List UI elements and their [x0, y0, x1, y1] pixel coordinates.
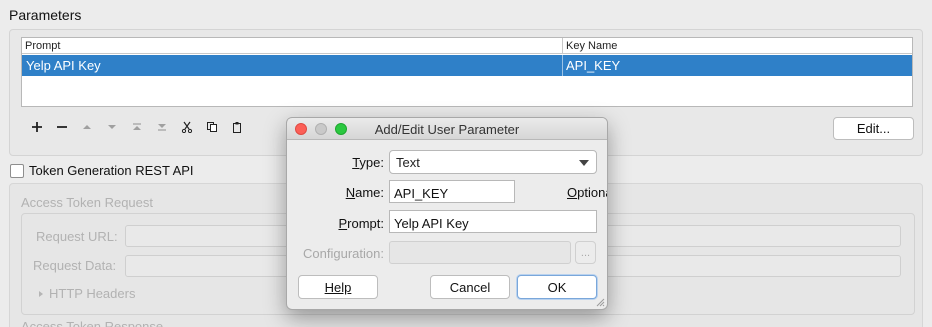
copy-icon[interactable]	[204, 119, 220, 135]
column-header-key-name[interactable]: Key Name	[566, 40, 617, 52]
move-up-icon[interactable]	[79, 119, 95, 135]
parameters-title: Parameters	[9, 7, 82, 23]
edit-button[interactable]: Edit...	[833, 117, 914, 140]
table-header: Prompt Key Name	[22, 38, 912, 54]
access-token-response-heading: Access Token Response	[21, 319, 164, 327]
type-value: Text	[396, 155, 420, 170]
add-edit-user-parameter-dialog: Add/Edit User Parameter Type: Text Name:…	[286, 117, 608, 310]
configuration-label: Configuration:	[303, 246, 384, 261]
cell-prompt: Yelp API Key	[26, 58, 101, 73]
paste-icon[interactable]	[229, 119, 245, 135]
add-icon[interactable]	[29, 119, 45, 135]
parameters-table[interactable]: Prompt Key Name Yelp API Key API_KEY	[21, 37, 913, 107]
remove-icon[interactable]	[54, 119, 70, 135]
name-input[interactable]	[389, 180, 515, 203]
type-label: Type:	[352, 155, 384, 170]
name-label: Name:	[345, 185, 384, 200]
cut-icon[interactable]	[179, 119, 195, 135]
help-label: Help	[324, 279, 352, 295]
request-url-label: Request URL:	[36, 229, 118, 244]
help-button[interactable]: Help	[298, 275, 378, 299]
column-divider	[562, 55, 563, 76]
move-bottom-icon[interactable]	[154, 119, 170, 135]
column-divider	[562, 38, 563, 54]
token-generation-checkbox[interactable]	[10, 164, 24, 178]
resize-grip-icon[interactable]	[595, 297, 605, 307]
dialog-titlebar: Add/Edit User Parameter	[287, 118, 607, 140]
optional-label: Optional	[567, 185, 607, 200]
dialog-title: Add/Edit User Parameter	[374, 122, 520, 137]
http-headers-label: HTTP Headers	[49, 286, 136, 301]
column-header-prompt[interactable]: Prompt	[25, 40, 60, 52]
move-down-icon[interactable]	[104, 119, 120, 135]
prompt-label: Prompt:	[338, 216, 384, 231]
configuration-browse-button[interactable]: ...	[575, 241, 596, 264]
request-data-label: Request Data:	[33, 258, 117, 273]
cancel-button[interactable]: Cancel	[430, 275, 510, 299]
prompt-input[interactable]	[389, 210, 597, 233]
table-row[interactable]: Yelp API Key API_KEY	[22, 55, 912, 76]
type-select[interactable]: Text	[389, 150, 597, 174]
token-generation-label: Token Generation REST API	[29, 163, 194, 178]
move-top-icon[interactable]	[129, 119, 145, 135]
access-token-request-heading: Access Token Request	[21, 195, 153, 210]
disclosure-triangle-icon	[39, 291, 43, 297]
dropdown-arrow-icon	[579, 160, 589, 166]
cell-key-name: API_KEY	[566, 58, 621, 73]
ok-button[interactable]: OK	[517, 275, 597, 299]
configuration-input[interactable]	[389, 241, 571, 264]
